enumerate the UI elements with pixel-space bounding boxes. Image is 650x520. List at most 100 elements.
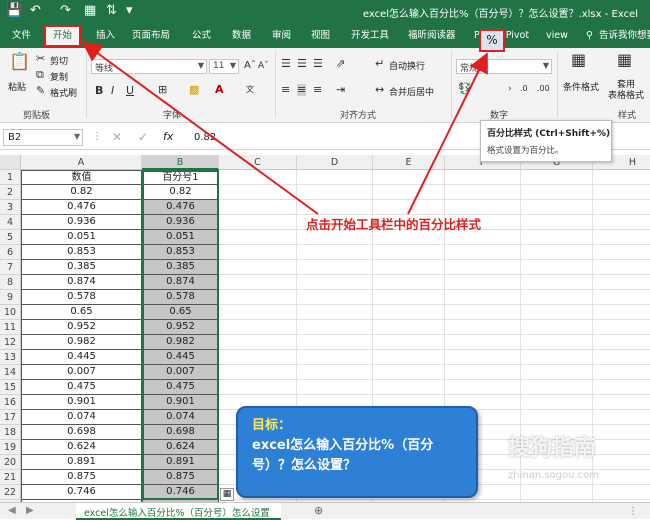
empty-cell[interactable] xyxy=(593,410,650,425)
table-cell-b[interactable]: 0.476 xyxy=(142,200,219,215)
table-cell-b[interactable]: 0.385 xyxy=(142,260,219,275)
scroll-right-icon[interactable]: ▶ xyxy=(26,505,34,516)
wrap-text-icon[interactable]: ↵ xyxy=(375,58,384,70)
empty-cell[interactable] xyxy=(219,170,297,185)
redo-icon[interactable]: ↷ xyxy=(60,3,71,18)
table-cell-a[interactable]: 0.746 xyxy=(21,485,142,500)
decrease-font-icon[interactable]: Aˇ xyxy=(258,60,269,72)
table-cell-b[interactable]: 0.891 xyxy=(142,455,219,470)
font-name-combo[interactable]: 等线 ▼ xyxy=(91,59,207,74)
empty-cell[interactable] xyxy=(593,425,650,440)
empty-cell[interactable] xyxy=(521,245,593,260)
phonetic-icon[interactable]: 文 xyxy=(246,84,254,96)
accounting-format-icon[interactable]: 💱 xyxy=(458,83,472,95)
table-cell-b[interactable]: 0.65 xyxy=(142,305,219,320)
table-cell-a[interactable]: 0.853 xyxy=(21,245,142,260)
empty-cell[interactable] xyxy=(521,365,593,380)
empty-cell[interactable] xyxy=(521,215,593,230)
font-color-icon[interactable]: A xyxy=(215,84,224,96)
table-cell-b[interactable]: 0.952 xyxy=(142,320,219,335)
empty-cell[interactable] xyxy=(593,440,650,455)
empty-cell[interactable] xyxy=(593,275,650,290)
row-header[interactable]: 17 xyxy=(0,410,21,425)
empty-cell[interactable] xyxy=(373,335,445,350)
empty-cell[interactable] xyxy=(445,185,521,200)
column-header-c[interactable]: C xyxy=(219,155,297,170)
empty-cell[interactable] xyxy=(521,395,593,410)
row-header[interactable]: 11 xyxy=(0,320,21,335)
empty-cell[interactable] xyxy=(593,305,650,320)
empty-cell[interactable] xyxy=(445,275,521,290)
enter-icon[interactable]: ✓ xyxy=(138,130,148,144)
tab-formulas[interactable]: 公式 xyxy=(192,24,211,48)
increase-font-icon[interactable]: Aˆ xyxy=(244,60,256,72)
empty-cell[interactable] xyxy=(521,485,593,500)
borders-icon[interactable]: ⊞ xyxy=(158,84,167,96)
empty-cell[interactable] xyxy=(521,290,593,305)
comma-style-icon[interactable]: › xyxy=(508,83,512,95)
table-cell-b[interactable]: 0.901 xyxy=(142,395,219,410)
number-format-combo[interactable]: 常规 ▼ xyxy=(456,59,552,74)
empty-cell[interactable] xyxy=(593,215,650,230)
table-cell-a[interactable]: 0.475 xyxy=(21,380,142,395)
format-painter-button[interactable]: 格式刷 xyxy=(50,86,77,99)
customize-quick-access-icon[interactable]: ▾ xyxy=(126,3,133,18)
table-cell-b[interactable]: 0.445 xyxy=(142,350,219,365)
paste-icon[interactable]: 📋 xyxy=(9,54,30,71)
table-cell-a[interactable]: 0.982 xyxy=(21,335,142,350)
empty-cell[interactable] xyxy=(373,260,445,275)
empty-cell[interactable] xyxy=(297,275,373,290)
empty-cell[interactable] xyxy=(445,335,521,350)
column-header-e[interactable]: E xyxy=(373,155,445,170)
orientation-icon[interactable]: ⇗ xyxy=(336,58,345,70)
row-header[interactable]: 18 xyxy=(0,425,21,440)
empty-cell[interactable] xyxy=(219,380,297,395)
table-cell-b[interactable]: 0.698 xyxy=(142,425,219,440)
row-header[interactable]: 3 xyxy=(0,200,21,215)
empty-cell[interactable] xyxy=(445,305,521,320)
empty-cell[interactable] xyxy=(521,350,593,365)
row-header[interactable]: 20 xyxy=(0,455,21,470)
empty-cell[interactable] xyxy=(297,320,373,335)
table-cell-b[interactable]: 0.746 xyxy=(142,485,219,500)
tell-me-icon[interactable]: ⚲ xyxy=(586,24,593,48)
column-header-d[interactable]: D xyxy=(297,155,373,170)
tab-view[interactable]: 视图 xyxy=(311,24,330,48)
cut-icon[interactable]: ✂ xyxy=(36,53,45,65)
empty-cell[interactable] xyxy=(373,245,445,260)
table-cell-b[interactable]: 0.875 xyxy=(142,470,219,485)
row-header[interactable]: 8 xyxy=(0,275,21,290)
empty-cell[interactable] xyxy=(593,365,650,380)
table-cell-a[interactable]: 0.698 xyxy=(21,425,142,440)
empty-cell[interactable] xyxy=(521,410,593,425)
row-header[interactable]: 16 xyxy=(0,395,21,410)
print-preview-icon[interactable]: ▦ xyxy=(84,3,96,18)
percent-style-button[interactable]: % xyxy=(479,29,505,52)
table-cell-b[interactable]: 0.475 xyxy=(142,380,219,395)
empty-cell[interactable] xyxy=(593,470,650,485)
empty-cell[interactable] xyxy=(593,200,650,215)
empty-cell[interactable] xyxy=(445,260,521,275)
wrap-text-button[interactable]: 自动换行 xyxy=(389,59,425,72)
align-bottom-icon[interactable]: ☰ xyxy=(313,58,323,70)
empty-cell[interactable] xyxy=(297,380,373,395)
empty-cell[interactable] xyxy=(593,485,650,500)
tab-data[interactable]: 数据 xyxy=(232,24,251,48)
empty-cell[interactable] xyxy=(219,365,297,380)
table-cell-a[interactable]: 0.007 xyxy=(21,365,142,380)
table-cell-a[interactable]: 0.578 xyxy=(21,290,142,305)
row-header[interactable]: 13 xyxy=(0,350,21,365)
select-all-corner[interactable] xyxy=(0,155,21,170)
empty-cell[interactable] xyxy=(297,185,373,200)
increase-decimal-icon[interactable]: .0 xyxy=(520,83,528,95)
tell-me-box[interactable]: 告诉我你想要 xyxy=(599,24,650,48)
decrease-decimal-icon[interactable]: .00 xyxy=(537,83,550,95)
empty-cell[interactable] xyxy=(593,395,650,410)
row-header[interactable]: 14 xyxy=(0,365,21,380)
empty-cell[interactable] xyxy=(373,320,445,335)
empty-cell[interactable] xyxy=(373,290,445,305)
empty-cell[interactable] xyxy=(593,320,650,335)
empty-cell[interactable] xyxy=(219,260,297,275)
empty-cell[interactable] xyxy=(593,230,650,245)
row-header[interactable]: 9 xyxy=(0,290,21,305)
